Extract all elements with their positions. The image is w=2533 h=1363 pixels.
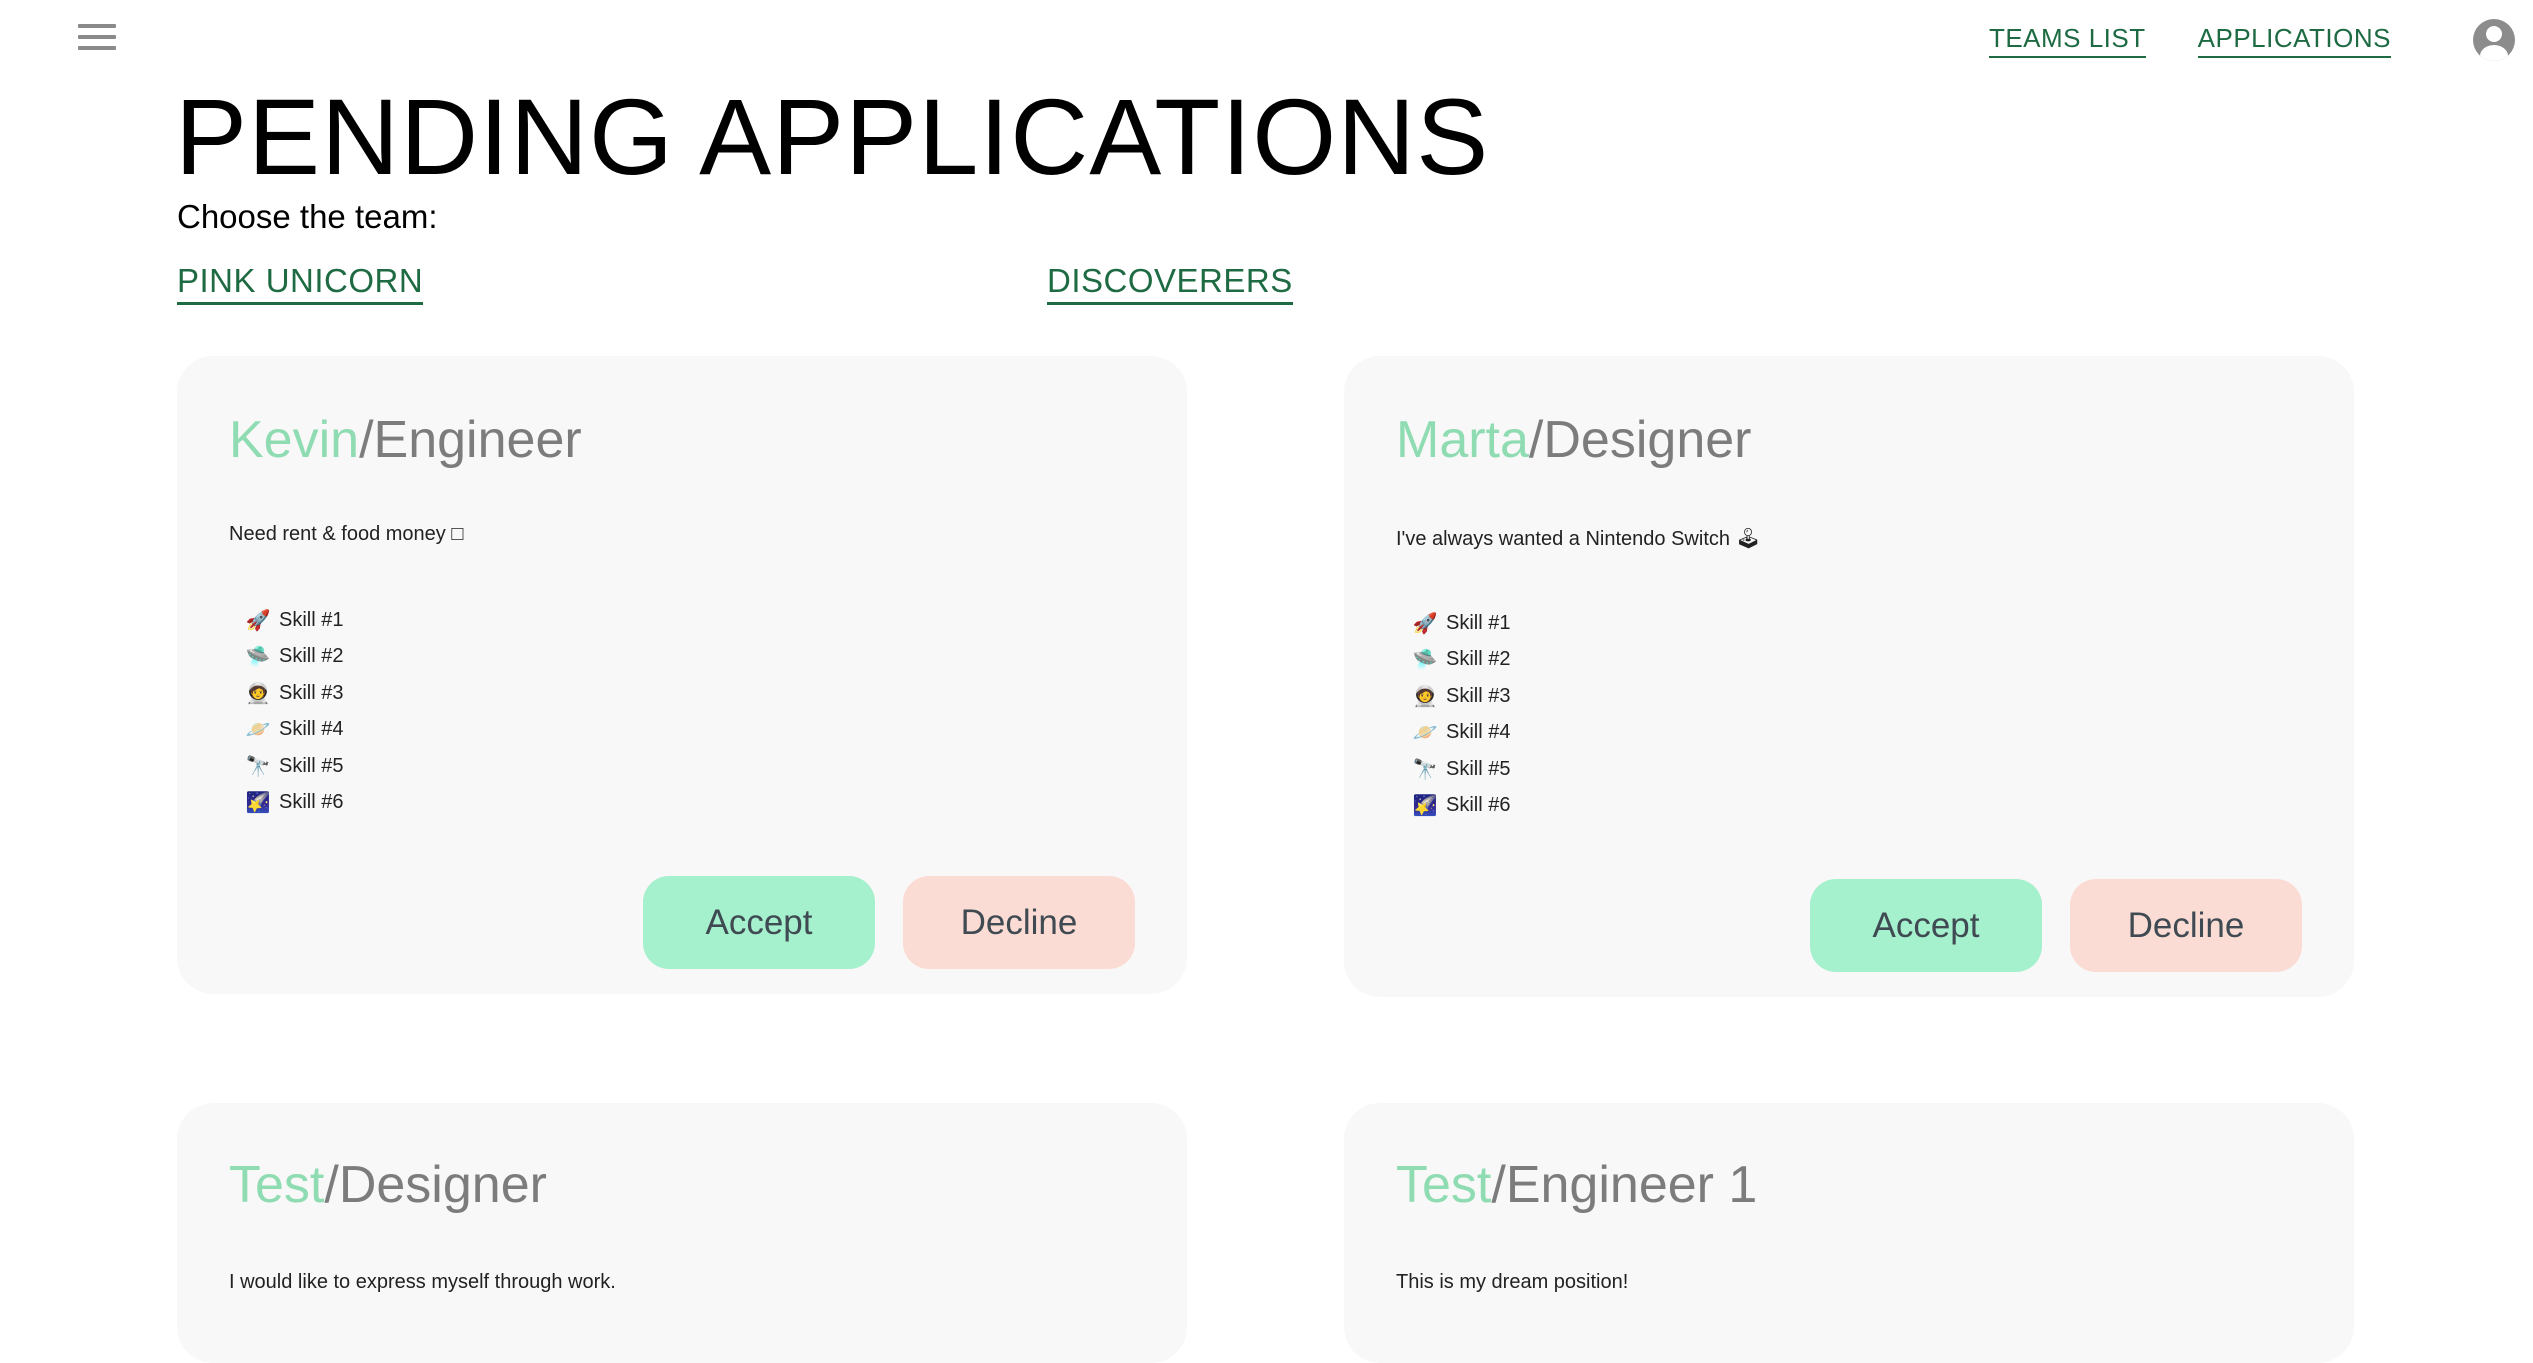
skill-label: Skill #2 xyxy=(279,645,344,668)
skill-label: Skill #1 xyxy=(279,608,344,631)
skill-item: 🪐 Skill #4 xyxy=(245,712,344,749)
accept-button[interactable]: Accept xyxy=(1810,879,2042,972)
skill-item: 🚀 Skill #1 xyxy=(245,602,344,639)
skill-label: Skill #5 xyxy=(279,754,344,777)
applicant-role: Engineer 1 xyxy=(1505,1156,1758,1214)
astronaut-icon: 🧑‍🚀 xyxy=(1412,685,1438,708)
skill-label: Skill #2 xyxy=(1446,648,1511,671)
skill-label: Skill #4 xyxy=(279,718,344,741)
nav-teams-list-link[interactable]: TEAMS LIST xyxy=(1988,23,2146,58)
skill-label: Skill #6 xyxy=(1446,794,1511,817)
top-navigation: TEAMS LIST APPLICATIONS xyxy=(1937,19,2533,61)
team-link-discoverers[interactable]: DISCOVERERS xyxy=(1047,262,1293,305)
applicant-role: Engineer xyxy=(373,411,582,469)
applicant-message: Need rent & food money □ xyxy=(229,523,464,545)
skill-item: 🛸 Skill #2 xyxy=(245,639,344,676)
skill-label: Skill #4 xyxy=(1446,721,1511,744)
rocket-icon: 🚀 xyxy=(1412,612,1438,635)
skill-item: 🌠 Skill #6 xyxy=(1412,788,1511,825)
heading-separator: / xyxy=(359,411,374,469)
applicant-name: Test xyxy=(229,1156,325,1214)
applicant-role: Designer xyxy=(1543,411,1752,469)
heading-separator: / xyxy=(1491,1156,1506,1214)
team-link-pink-unicorn[interactable]: PINK UNICORN xyxy=(177,262,424,305)
application-card: Kevin/Engineer Need rent & food money □ … xyxy=(177,356,1187,994)
applicant-message: I would like to express myself through w… xyxy=(229,1271,616,1293)
rocket-icon: 🚀 xyxy=(245,609,271,632)
decline-button[interactable]: Decline xyxy=(2070,879,2302,972)
heading-separator: / xyxy=(1528,411,1544,469)
skill-item: 🧑‍🚀 Skill #3 xyxy=(1412,678,1511,715)
skill-label: Skill #3 xyxy=(279,681,344,704)
shooting-star-icon: 🌠 xyxy=(1412,795,1438,818)
heading-separator: / xyxy=(324,1156,339,1214)
applicant-name: Marta xyxy=(1396,411,1529,469)
skill-label: Skill #1 xyxy=(1446,611,1511,634)
page-title: PENDING APPLICATIONS xyxy=(175,76,1490,197)
applicant-name: Kevin xyxy=(229,411,360,469)
skill-list: 🚀 Skill #1 🛸 Skill #2 🧑‍🚀 Skill #3 🪐 Skill #… xyxy=(1412,605,1511,825)
application-card: Test/Designer I would like to express my… xyxy=(177,1103,1187,1363)
applicant-heading: Marta/Designer xyxy=(1396,410,1751,470)
skill-item: 🚀 Skill #1 xyxy=(1412,605,1511,642)
applicant-role: Designer xyxy=(338,1156,547,1214)
applicant-message: This is my dream position! xyxy=(1396,1271,1629,1293)
applicant-name: Test xyxy=(1396,1156,1492,1214)
ufo-icon: 🛸 xyxy=(1412,649,1438,672)
skill-list: 🚀 Skill #1 🛸 Skill #2 🧑‍🚀 Skill #3 🪐 Skill #… xyxy=(245,602,344,822)
account-circle-icon[interactable] xyxy=(2473,19,2515,61)
skill-item: 🌠 Skill #6 xyxy=(245,785,344,822)
applicant-heading: Test/Designer xyxy=(229,1155,547,1215)
application-card: Marta/Designer I've always wanted a Nint… xyxy=(1344,356,2354,997)
ringed-planet-icon: 🪐 xyxy=(245,719,271,742)
accept-button[interactable]: Accept xyxy=(643,876,875,969)
shooting-star-icon: 🌠 xyxy=(245,792,271,815)
skill-item: 🛸 Skill #2 xyxy=(1412,642,1511,679)
applicant-heading: Kevin/Engineer xyxy=(229,410,582,470)
skill-item: 🔭 Skill #5 xyxy=(1412,751,1511,788)
decline-button[interactable]: Decline xyxy=(903,876,1135,969)
nav-applications-link[interactable]: APPLICATIONS xyxy=(2197,23,2391,58)
skill-item: 🧑‍🚀 Skill #3 xyxy=(245,675,344,712)
ufo-icon: 🛸 xyxy=(245,646,271,669)
application-card: Test/Engineer 1 This is my dream positio… xyxy=(1344,1103,2354,1363)
applicant-heading: Test/Engineer 1 xyxy=(1396,1155,1757,1215)
skill-item: 🔭 Skill #5 xyxy=(245,748,344,785)
telescope-icon: 🔭 xyxy=(245,755,271,778)
skill-item: 🪐 Skill #4 xyxy=(1412,715,1511,752)
skill-label: Skill #6 xyxy=(279,791,344,814)
skill-label: Skill #5 xyxy=(1446,757,1511,780)
telescope-icon: 🔭 xyxy=(1412,758,1438,781)
hamburger-menu-icon[interactable] xyxy=(78,24,116,52)
skill-label: Skill #3 xyxy=(1446,684,1511,707)
choose-team-label: Choose the team: xyxy=(177,198,438,235)
ringed-planet-icon: 🪐 xyxy=(1412,722,1438,745)
applicant-message: I've always wanted a Nintendo Switch 🕹 xyxy=(1396,528,1761,550)
astronaut-icon: 🧑‍🚀 xyxy=(245,682,271,705)
